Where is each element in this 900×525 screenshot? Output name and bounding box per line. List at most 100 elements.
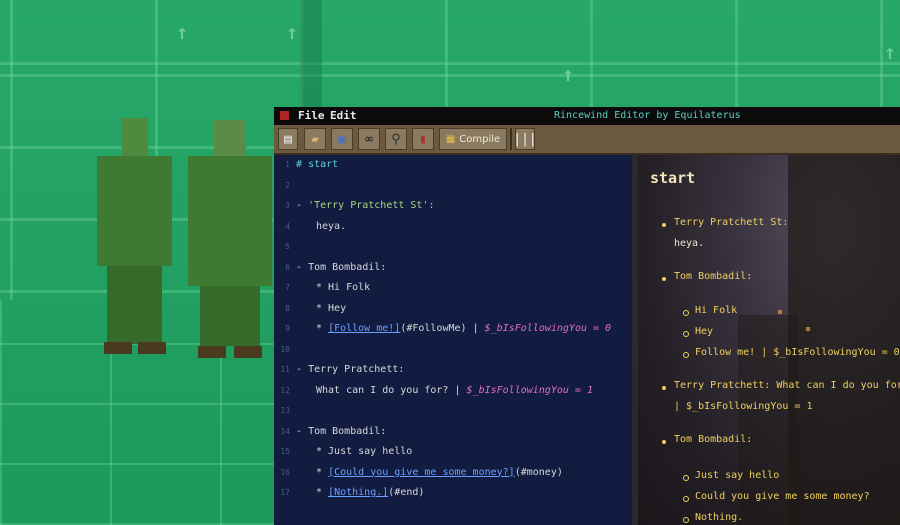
dialogue-text: What can I do you for? | (316, 384, 461, 396)
bullet (662, 277, 666, 281)
sub-bullet (683, 496, 689, 502)
up-arrow-icon: ↑ (176, 20, 189, 44)
preview-choice: Just say hello (695, 470, 780, 481)
code-line: 8 * Hey (274, 299, 632, 319)
preview-speaker: Tom Bombadil: (674, 434, 753, 445)
up-arrow-icon: ↑ (562, 62, 575, 86)
character-sprite-left (92, 118, 177, 358)
code-line: 3 - 'Terry Pratchett St': (274, 196, 632, 216)
toolbar-separator (510, 128, 512, 150)
code-line: 9 * [Follow me!](#FollowMe) | $_bIsFollo… (274, 319, 632, 339)
choice-link[interactable]: [Could you give me some money?] (328, 467, 515, 478)
line-number: 7 (285, 283, 290, 292)
choice-bullet: * (316, 487, 323, 498)
new-file-button[interactable]: ▤ (278, 128, 298, 150)
toolbar: ▤ ▰ ▣ ∞ ⚲ ▮ ▦ Compile ||| (274, 125, 900, 155)
code-line: 17 * [Nothing.](#end) (274, 483, 632, 503)
background-forest (788, 155, 900, 525)
preview-speaker: Terry Pratchett St: (674, 217, 789, 228)
code-line: 6 - Tom Bombadil: (274, 258, 632, 278)
line-number: 9 (285, 324, 290, 333)
bullet (662, 386, 666, 390)
new-file-icon: ▤ (284, 131, 292, 147)
compile-label: Compile (459, 133, 501, 145)
code-line: 1 # start (274, 155, 632, 175)
compile-icon: ▦ (445, 133, 456, 145)
knot-marker: # (296, 159, 303, 170)
menu-edit[interactable]: Edit (330, 107, 357, 125)
menu-file[interactable]: File (298, 107, 325, 125)
dialogue-dash: - (296, 425, 303, 437)
book-icon: ▮ (419, 131, 427, 147)
variable-assignment: $_bIsFollowingYou = 0 (484, 323, 612, 334)
save-button[interactable]: ▣ (331, 128, 353, 150)
choice-text: * Hi Folk (316, 282, 371, 293)
code-line: 5 (274, 237, 632, 257)
speaker-name: Terry Pratchett: (308, 364, 405, 375)
line-number: 17 (280, 488, 290, 497)
preview-text: | $_bIsFollowingYou = 1 (674, 401, 813, 412)
line-number: 4 (285, 221, 290, 231)
find-button[interactable]: ∞ (358, 128, 380, 150)
code-line: 15 * Just say hello (274, 442, 632, 462)
variable-assignment: $_bIsFollowingYou = 1 (466, 384, 593, 396)
search-button[interactable]: ⚲ (385, 128, 407, 150)
dialogue-text: heya. (316, 220, 347, 232)
line-number: 6 (285, 262, 290, 272)
line-number: 3 (285, 201, 290, 210)
choice-text: * Hey (316, 302, 347, 314)
choice-target: (#end) (388, 487, 425, 498)
code-line: 10 (274, 340, 632, 360)
choice-link[interactable]: [Follow me!] (328, 323, 400, 334)
bullet (662, 223, 666, 227)
choice-text: * Just say hello (316, 446, 413, 457)
code-line: 4 heya. (274, 217, 632, 237)
code-line: 7 * Hi Folk (274, 278, 632, 298)
line-number: 11 (280, 365, 290, 374)
preview-speaker: Tom Bombadil: (674, 271, 753, 282)
sub-bullet (683, 517, 689, 523)
knot-name: start (308, 159, 339, 170)
up-arrow-icon: ↑ (286, 20, 299, 44)
open-folder-icon: ▰ (311, 131, 319, 147)
sub-bullet (683, 331, 689, 337)
columns-button[interactable]: ||| (513, 128, 537, 150)
sub-bullet (683, 475, 689, 481)
app-logo-icon (280, 111, 289, 120)
preview-choice-link[interactable]: Could you give me some money? (695, 491, 870, 502)
choice-target: (#money) (514, 466, 563, 478)
code-line: 16 * [Could you give me some money?](#mo… (274, 463, 632, 483)
compile-button[interactable]: ▦ Compile (439, 128, 507, 150)
lantern (778, 310, 782, 314)
speaker-name: 'Terry Pratchett St': (308, 200, 435, 211)
preview-speaker: Terry Pratchett: What can I do you for? (674, 380, 900, 391)
binoculars-icon: ∞ (365, 131, 373, 147)
preview-choice: Hi Folk (695, 305, 738, 316)
bullet (662, 440, 666, 444)
line-number: 12 (280, 385, 290, 395)
save-icon: ▣ (338, 131, 346, 147)
line-number: 5 (285, 242, 290, 251)
line-number: 10 (280, 344, 290, 354)
choice-bullet: * (316, 323, 323, 334)
preview-choice-link[interactable]: Nothing. (695, 512, 743, 523)
editor-window: File Edit Rincewind Editor by Equilateru… (274, 107, 900, 525)
preview-choice-link[interactable]: Follow me! | $_bIsFollowingYou = 0 (695, 347, 900, 358)
book-button[interactable]: ▮ (412, 128, 434, 150)
code-line: 12 What can I do you for? | $_bIsFollowi… (274, 381, 632, 401)
line-number: 8 (285, 303, 290, 313)
code-line: 13 (274, 401, 632, 421)
menu-bar: File Edit Rincewind Editor by Equilateru… (274, 107, 900, 125)
choice-bullet: * (316, 466, 323, 478)
line-number: 14 (280, 426, 290, 436)
choice-link[interactable]: [Nothing.] (328, 487, 388, 498)
up-arrow-icon: ↑ (884, 40, 897, 64)
magnifier-icon: ⚲ (391, 131, 401, 147)
line-number: 16 (280, 467, 290, 477)
preview-heading: start (650, 169, 696, 187)
code-editor[interactable]: 1 # start 2 3 - 'Terry Pratchett St': 4 … (274, 155, 632, 525)
choice-target: (#FollowMe) (400, 323, 467, 334)
open-button[interactable]: ▰ (304, 128, 326, 150)
dialogue-dash: - (296, 261, 303, 273)
line-number: 13 (280, 406, 290, 415)
